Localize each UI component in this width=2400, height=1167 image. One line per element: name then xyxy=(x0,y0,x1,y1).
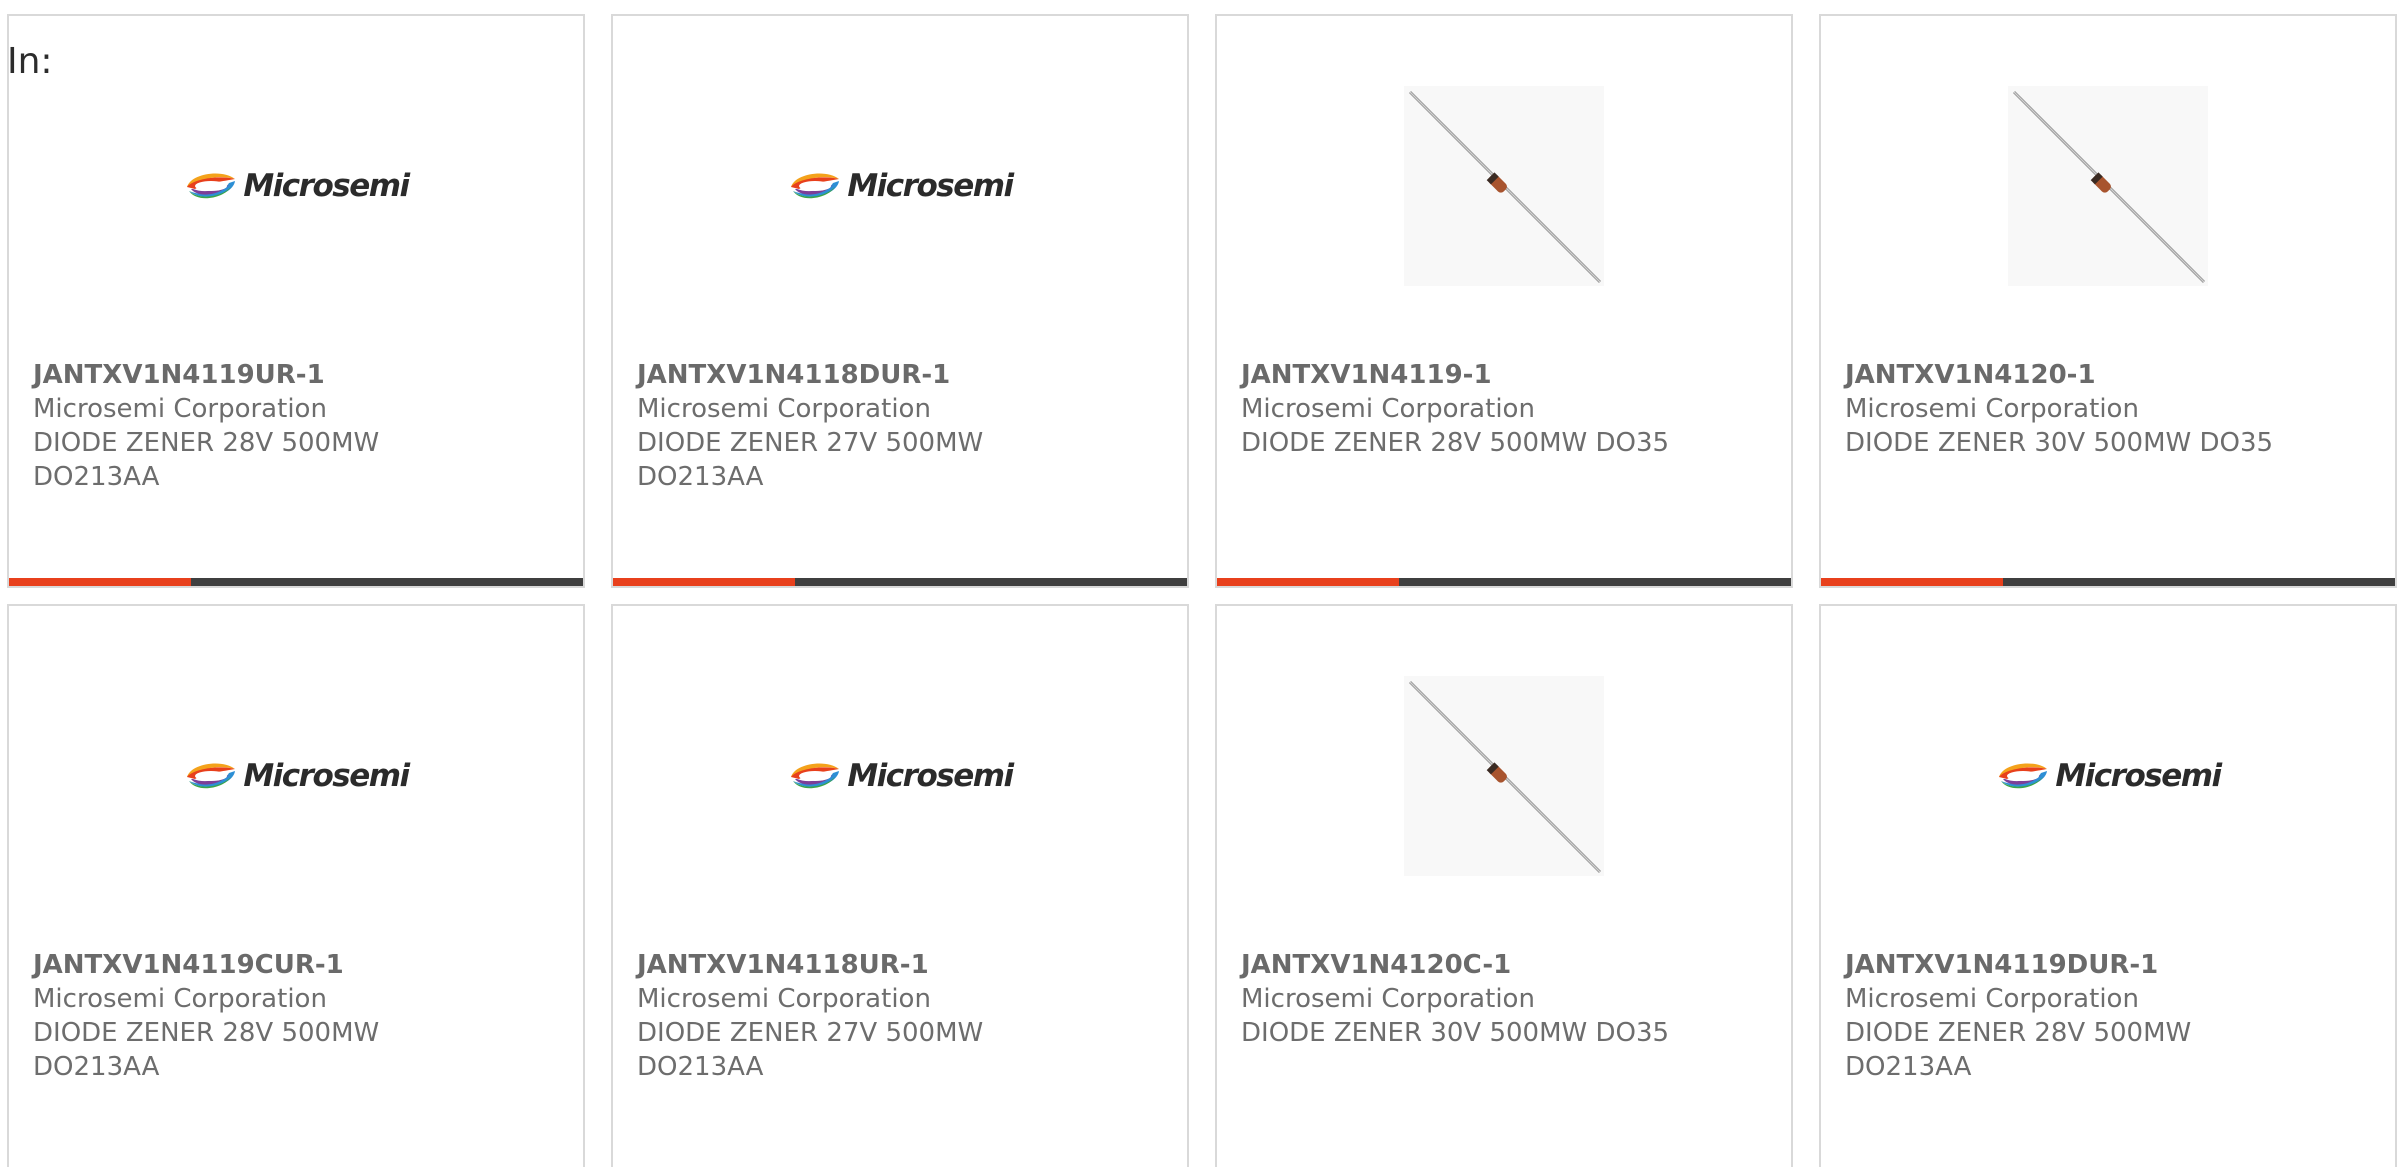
axial-diode-icon xyxy=(1408,680,1602,874)
product-description-line2: DO213AA xyxy=(33,462,160,492)
card-bar-accent xyxy=(1217,578,1399,586)
product-description-line1: DIODE ZENER 28V 500MW DO35 xyxy=(1241,428,1670,458)
in-label: In: xyxy=(7,41,53,82)
product-card[interactable]: JANTXV1N4119-1 Microsemi Corporation DIO… xyxy=(1215,14,1793,588)
product-description-line1: DIODE ZENER 30V 500MW DO35 xyxy=(1845,428,2274,458)
product-description-line2: DO213AA xyxy=(1845,1052,1972,1082)
microsemi-swirl-icon xyxy=(791,763,840,789)
product-description-line1: DIODE ZENER 27V 500MW xyxy=(637,428,984,458)
card-bottom-bar xyxy=(613,578,1187,586)
card-bar-accent xyxy=(1821,578,2003,586)
logo-wordmark: Microsemi xyxy=(847,168,1014,204)
product-card[interactable]: JANTXV1N4120C-1 Microsemi Corporation DI… xyxy=(1215,604,1793,1167)
product-info: JANTXV1N4118UR-1 Microsemi Corporation D… xyxy=(637,948,1167,1084)
logo-wordmark: Microsemi xyxy=(243,168,410,204)
microsemi-swirl-icon xyxy=(791,173,840,199)
product-image[interactable]: Microsemi xyxy=(613,676,1187,876)
card-bottom-bar xyxy=(9,578,583,586)
product-description-line1: DIODE ZENER 28V 500MW xyxy=(33,428,380,458)
part-number[interactable]: JANTXV1N4120-1 xyxy=(1845,358,2375,392)
product-description-line2: DO213AA xyxy=(637,1052,764,1082)
diode-photo xyxy=(1404,676,1604,876)
microsemi-logo: Microsemi xyxy=(787,168,1014,204)
product-image[interactable]: Microsemi xyxy=(9,676,583,876)
product-card[interactable]: Microsemi JANTXV1N4119UR-1 Microsemi Cor… xyxy=(7,14,585,588)
card-bar-rest xyxy=(2003,578,2395,586)
product-card[interactable]: Microsemi JANTXV1N4118UR-1 Microsemi Cor… xyxy=(611,604,1189,1167)
microsemi-logo: Microsemi xyxy=(787,758,1014,794)
part-number[interactable]: JANTXV1N4118DUR-1 xyxy=(637,358,1167,392)
manufacturer-name: Microsemi Corporation xyxy=(33,984,327,1014)
product-description-line1: DIODE ZENER 28V 500MW xyxy=(1845,1018,2192,1048)
product-info: JANTXV1N4120-1 Microsemi Corporation DIO… xyxy=(1845,358,2375,460)
product-description-line1: DIODE ZENER 30V 500MW DO35 xyxy=(1241,1018,1670,1048)
part-number[interactable]: JANTXV1N4119DUR-1 xyxy=(1845,948,2375,982)
product-card[interactable]: JANTXV1N4120-1 Microsemi Corporation DIO… xyxy=(1819,14,2397,588)
microsemi-swirl-icon xyxy=(187,173,236,199)
manufacturer-name: Microsemi Corporation xyxy=(637,394,931,424)
manufacturer-name: Microsemi Corporation xyxy=(1845,394,2139,424)
product-image[interactable] xyxy=(1821,86,2395,286)
manufacturer-name: Microsemi Corporation xyxy=(637,984,931,1014)
part-number[interactable]: JANTXV1N4119-1 xyxy=(1241,358,1771,392)
product-image[interactable] xyxy=(1217,86,1791,286)
card-bar-accent xyxy=(613,578,795,586)
product-image[interactable]: Microsemi xyxy=(613,86,1187,286)
logo-wordmark: Microsemi xyxy=(243,758,410,794)
product-info: JANTXV1N4119CUR-1 Microsemi Corporation … xyxy=(33,948,563,1084)
product-info: JANTXV1N4119-1 Microsemi Corporation DIO… xyxy=(1241,358,1771,460)
product-description-line1: DIODE ZENER 28V 500MW xyxy=(33,1018,380,1048)
manufacturer-name: Microsemi Corporation xyxy=(1845,984,2139,1014)
diode-photo xyxy=(1404,86,1604,286)
product-info: JANTXV1N4119UR-1 Microsemi Corporation D… xyxy=(33,358,563,494)
manufacturer-name: Microsemi Corporation xyxy=(1241,984,1535,1014)
microsemi-logo: Microsemi xyxy=(183,168,410,204)
microsemi-logo: Microsemi xyxy=(183,758,410,794)
product-image[interactable] xyxy=(1217,676,1791,876)
axial-diode-icon xyxy=(2012,90,2206,284)
part-number[interactable]: JANTXV1N4118UR-1 xyxy=(637,948,1167,982)
manufacturer-name: Microsemi Corporation xyxy=(1241,394,1535,424)
card-bar-rest xyxy=(191,578,583,586)
product-description-line1: DIODE ZENER 27V 500MW xyxy=(637,1018,984,1048)
axial-diode-icon xyxy=(1408,90,1602,284)
manufacturer-name: Microsemi Corporation xyxy=(33,394,327,424)
product-info: JANTXV1N4119DUR-1 Microsemi Corporation … xyxy=(1845,948,2375,1084)
product-card[interactable]: Microsemi JANTXV1N4118DUR-1 Microsemi Co… xyxy=(611,14,1189,588)
product-description-line2: DO213AA xyxy=(33,1052,160,1082)
card-bottom-bar xyxy=(1821,578,2395,586)
diode-photo xyxy=(2008,86,2208,286)
logo-wordmark: Microsemi xyxy=(847,758,1014,794)
part-number[interactable]: JANTXV1N4119UR-1 xyxy=(33,358,563,392)
microsemi-logo: Microsemi xyxy=(1995,758,2222,794)
card-bar-rest xyxy=(1399,578,1791,586)
product-info: JANTXV1N4120C-1 Microsemi Corporation DI… xyxy=(1241,948,1771,1050)
product-description-line2: DO213AA xyxy=(637,462,764,492)
product-image[interactable]: Microsemi xyxy=(9,86,583,286)
card-bottom-bar xyxy=(1217,578,1791,586)
product-image[interactable]: Microsemi xyxy=(1821,676,2395,876)
microsemi-swirl-icon xyxy=(187,763,236,789)
part-number[interactable]: JANTXV1N4119CUR-1 xyxy=(33,948,563,982)
product-card[interactable]: Microsemi JANTXV1N4119CUR-1 Microsemi Co… xyxy=(7,604,585,1167)
logo-wordmark: Microsemi xyxy=(2055,758,2222,794)
product-card[interactable]: Microsemi JANTXV1N4119DUR-1 Microsemi Co… xyxy=(1819,604,2397,1167)
card-bar-rest xyxy=(795,578,1187,586)
microsemi-swirl-icon xyxy=(1999,763,2048,789)
part-number[interactable]: JANTXV1N4120C-1 xyxy=(1241,948,1771,982)
product-grid-page: In: Microsemi JANTXV1N4119UR-1 Microsemi… xyxy=(0,0,2400,1167)
card-bar-accent xyxy=(9,578,191,586)
product-info: JANTXV1N4118DUR-1 Microsemi Corporation … xyxy=(637,358,1167,494)
